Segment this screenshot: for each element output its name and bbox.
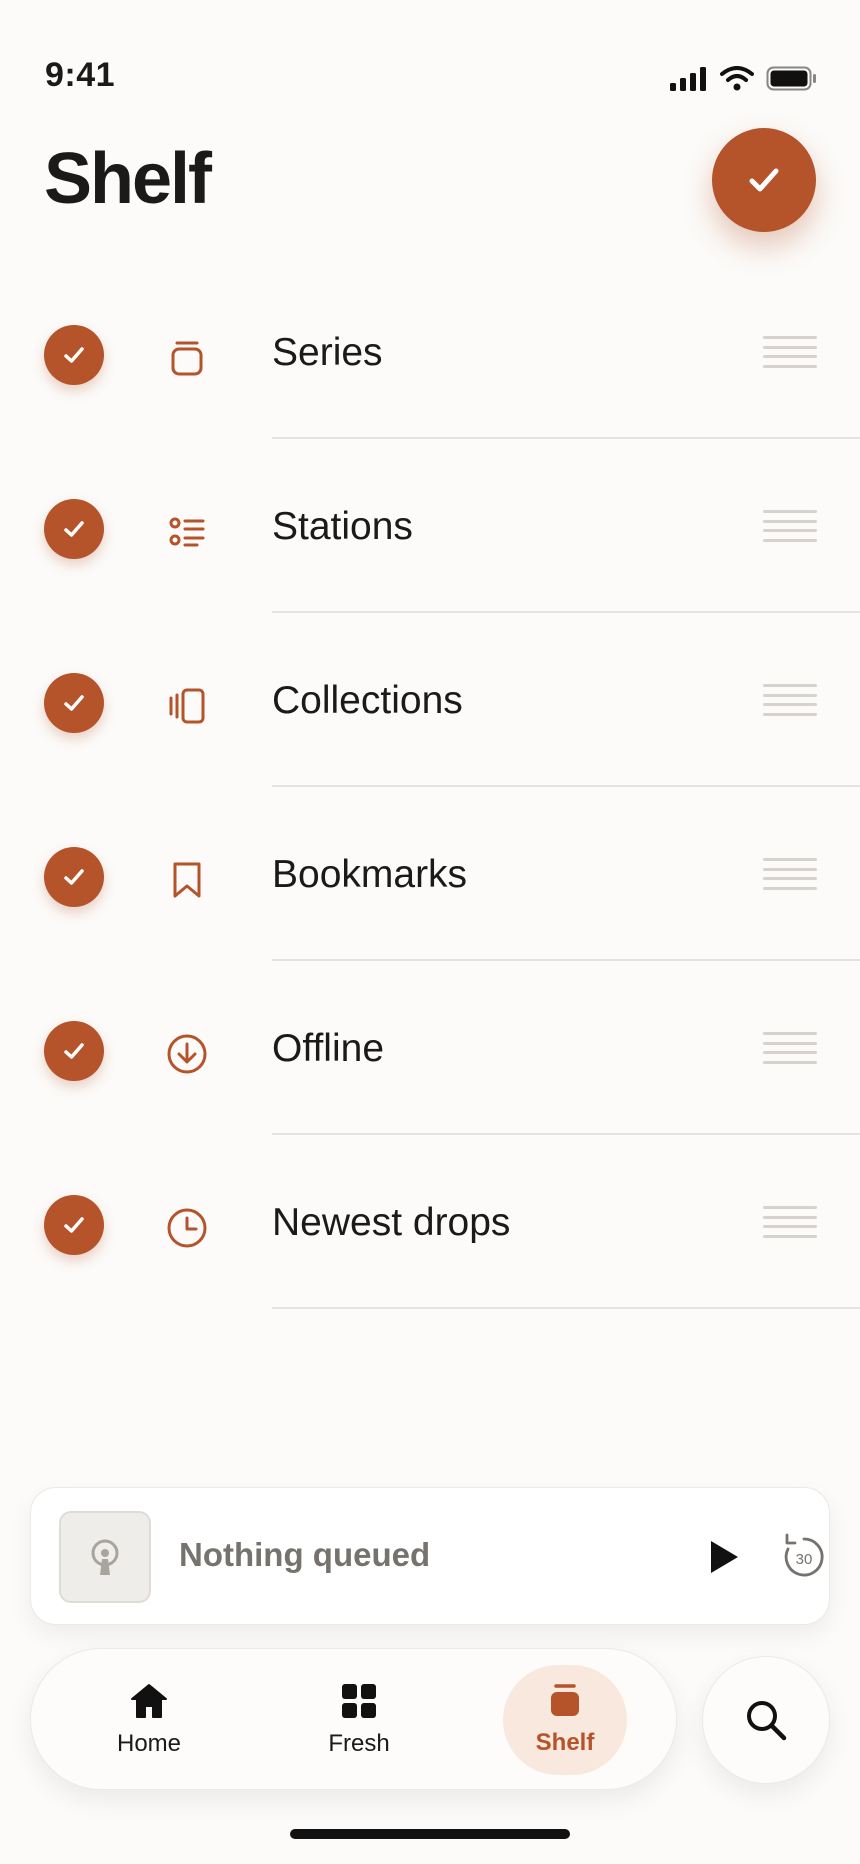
list-item-label: Series (272, 331, 383, 374)
checkmark-icon (64, 347, 84, 363)
enabled-toggle[interactable] (44, 673, 104, 733)
cellular-signal-icon (670, 66, 706, 91)
grid-icon (342, 1684, 376, 1718)
cards-icon (164, 683, 210, 729)
drag-handle-icon[interactable] (763, 858, 817, 890)
page-title: Shelf (44, 139, 212, 219)
list-item-label: Collections (272, 679, 463, 722)
download-icon (164, 1031, 210, 1077)
list-item-series: Series (0, 265, 860, 439)
done-button[interactable] (712, 128, 816, 232)
list-item-label: Newest drops (272, 1201, 511, 1244)
tab-fresh[interactable]: Fresh (299, 1649, 419, 1791)
skip-seconds-label: 30 (796, 1551, 813, 1568)
play-button[interactable] (699, 1532, 749, 1582)
search-icon (747, 1701, 787, 1741)
checkmark-icon (64, 521, 84, 537)
drag-handle-icon[interactable] (763, 1032, 817, 1064)
home-indicator (290, 1829, 570, 1839)
drag-handle-icon[interactable] (763, 1206, 817, 1238)
checkmark-icon (749, 168, 779, 192)
play-icon (711, 1541, 738, 1573)
status-bar: 9:41 (0, 0, 860, 110)
battery-icon (766, 66, 816, 91)
checkmark-icon (64, 1217, 84, 1233)
stack-icon (164, 335, 210, 381)
enabled-toggle[interactable] (44, 847, 104, 907)
list-icon (164, 509, 210, 555)
enabled-toggle[interactable] (44, 1195, 104, 1255)
list-item-label: Offline (272, 1027, 385, 1070)
checkmark-icon (64, 695, 84, 711)
wifi-icon (720, 66, 754, 91)
list-item-stations: Stations (0, 439, 860, 613)
list-item-label: Stations (272, 505, 413, 548)
mini-player[interactable]: Nothing queued 30 (30, 1487, 830, 1625)
shelf-icon (551, 1684, 579, 1716)
skip-forward-30-icon: 30 (784, 1533, 824, 1577)
drag-handle-icon[interactable] (763, 336, 817, 368)
drag-handle-icon[interactable] (763, 684, 817, 716)
status-time: 9:41 (45, 56, 116, 94)
list-item-bookmarks: Bookmarks (0, 787, 860, 961)
shelf-section-list: Series Stations Collections Bookmarks Of… (0, 265, 860, 1309)
now-playing-status: Nothing queued (179, 1536, 431, 1573)
checkmark-icon (64, 869, 84, 885)
podcast-icon (91, 1539, 119, 1575)
skip-forward-button[interactable]: 30 (777, 1528, 831, 1586)
divider (272, 1307, 860, 1309)
drag-handle-icon[interactable] (763, 510, 817, 542)
bookmark-icon (164, 857, 210, 903)
checkmark-icon (64, 1043, 84, 1059)
home-icon (131, 1684, 167, 1718)
list-item-offline: Offline (0, 961, 860, 1135)
search-button[interactable] (702, 1656, 830, 1784)
tab-home[interactable]: Home (89, 1649, 209, 1791)
list-item-label: Bookmarks (272, 853, 468, 896)
list-item-collections: Collections (0, 613, 860, 787)
enabled-toggle[interactable] (44, 499, 104, 559)
list-item-newest-drops: Newest drops (0, 1135, 860, 1309)
status-icons (670, 66, 818, 91)
clock-icon (164, 1205, 210, 1251)
enabled-toggle[interactable] (44, 325, 104, 385)
tab-bar: Home Fresh Shelf (30, 1648, 677, 1790)
tab-shelf[interactable]: Shelf (503, 1665, 627, 1775)
artwork-placeholder (59, 1511, 151, 1603)
tab-label: Fresh (328, 1730, 390, 1757)
tab-label: Shelf (535, 1729, 595, 1756)
enabled-toggle[interactable] (44, 1021, 104, 1081)
tab-label: Home (116, 1730, 182, 1757)
